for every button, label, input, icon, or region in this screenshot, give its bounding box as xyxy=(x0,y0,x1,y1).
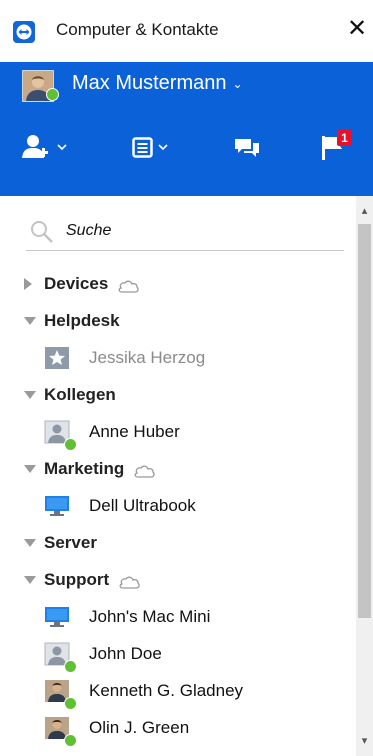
contact-label: Dell Ultrabook xyxy=(89,496,196,515)
group-label: Marketing xyxy=(44,459,125,478)
online-status-indicator xyxy=(64,660,77,673)
expanded-triangle-icon[interactable] xyxy=(24,391,36,399)
group-server[interactable]: Server xyxy=(0,525,356,561)
window-title: Computer & Kontakte xyxy=(56,20,219,39)
group-marketing[interactable]: Marketing xyxy=(0,451,356,487)
group-label: Helpdesk xyxy=(44,311,120,330)
chat-button[interactable] xyxy=(233,132,263,162)
search-box[interactable]: Suche xyxy=(26,212,344,251)
notifications-button[interactable]: 1 xyxy=(320,128,356,160)
group-devices[interactable]: Devices xyxy=(0,266,356,302)
star-contact-icon xyxy=(44,346,70,370)
cloud-icon xyxy=(116,278,140,299)
collapsed-triangle-icon[interactable] xyxy=(24,278,32,290)
chat-icon xyxy=(235,139,259,157)
contact-kenneth-g-gladney[interactable]: Kenneth G. Gladney xyxy=(0,673,356,710)
expanded-triangle-icon[interactable] xyxy=(24,465,36,473)
expanded-triangle-icon[interactable] xyxy=(24,539,36,547)
account-header: Max Mustermann ⌄ 1 xyxy=(0,62,373,196)
user-menu[interactable]: Max Mustermann ⌄ xyxy=(72,70,243,97)
contact-label: Jessika Herzog xyxy=(89,348,206,367)
expanded-triangle-icon[interactable] xyxy=(24,317,36,325)
online-status-indicator xyxy=(64,438,77,451)
add-user-icon xyxy=(22,135,67,158)
group-label: Kollegen xyxy=(44,385,116,404)
notification-badge: 1 xyxy=(337,130,352,146)
scroll-down-arrow-icon[interactable]: ▾ xyxy=(356,734,373,752)
teamviewer-logo-icon xyxy=(13,21,35,43)
contact-label: Kenneth G. Gladney xyxy=(89,681,244,700)
contact-dell-ultrabook[interactable]: Dell Ultrabook xyxy=(0,488,356,524)
contact-john-doe[interactable]: John Doe xyxy=(0,636,356,673)
cloud-icon xyxy=(117,574,141,595)
add-contact-button[interactable] xyxy=(22,132,74,162)
scroll-up-arrow-icon[interactable]: ▴ xyxy=(356,204,373,220)
monitor-icon xyxy=(44,605,70,629)
list-icon xyxy=(132,137,168,158)
group-support[interactable]: Support xyxy=(0,562,356,598)
contact-label: John Doe xyxy=(89,644,162,663)
contact-olin-j-green[interactable]: Olin J. Green xyxy=(0,710,356,747)
online-status-indicator xyxy=(64,734,77,747)
scroll-thumb[interactable] xyxy=(358,224,371,618)
list-menu-button[interactable] xyxy=(132,132,176,162)
expanded-triangle-icon[interactable] xyxy=(24,576,36,584)
chevron-down-icon: ⌄ xyxy=(232,76,243,91)
user-name: Max Mustermann xyxy=(72,72,227,94)
contact-label: Anne Huber xyxy=(89,422,180,441)
search-icon xyxy=(31,221,53,243)
search-input[interactable]: Suche xyxy=(66,222,111,240)
monitor-icon xyxy=(44,494,70,518)
contact-label: John's Mac Mini xyxy=(89,607,211,626)
contact-label: Olin J. Green xyxy=(89,718,190,737)
contact-anne-huber[interactable]: Anne Huber xyxy=(0,414,356,451)
contact-jessika-herzog[interactable]: Jessika Herzog xyxy=(0,340,356,376)
group-kollegen[interactable]: Kollegen xyxy=(0,377,356,413)
cloud-icon xyxy=(132,463,156,484)
group-label: Support xyxy=(44,570,110,589)
group-label: Devices xyxy=(44,274,109,293)
contact-john-s-mac-mini[interactable]: John's Mac Mini xyxy=(0,599,356,635)
user-status-indicator xyxy=(46,88,59,101)
online-status-indicator xyxy=(64,697,77,710)
group-helpdesk[interactable]: Helpdesk xyxy=(0,303,356,339)
group-label: Server xyxy=(44,533,97,552)
title-bar: Computer & Kontakte ✕ xyxy=(0,0,373,62)
close-button[interactable]: ✕ xyxy=(344,14,370,44)
